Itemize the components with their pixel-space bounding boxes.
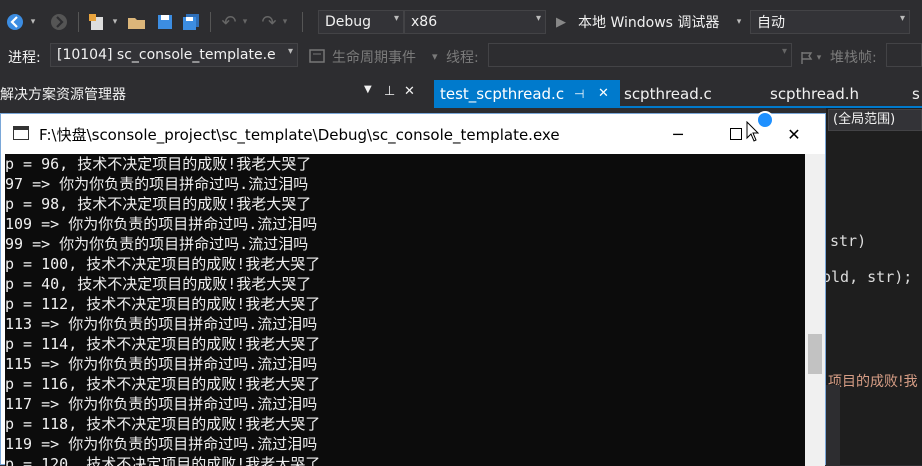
lifecycle-events-label[interactable]: 生命周期事件 xyxy=(332,47,416,67)
tab-label: scpthread.h xyxy=(770,84,860,103)
redo-dropdown-icon[interactable]: ▾ xyxy=(280,12,290,32)
console-line: 113 => 你为你负责的项目拼命过吗.流过泪吗 xyxy=(5,315,318,333)
undo-icon[interactable]: ↶ xyxy=(218,12,240,33)
tab-scpthread-c[interactable]: scpthread.c xyxy=(618,80,758,107)
debug-mode-select[interactable]: 自动 ▾ xyxy=(750,10,910,34)
console-line: 97 => 你为你负责的项目拼命过吗.流过泪吗 xyxy=(5,175,309,193)
debug-mode-value: 自动 xyxy=(757,15,785,31)
pin-icon[interactable]: ⊣ xyxy=(574,87,584,101)
solution-explorer-header: 解决方案资源管理器 ▼ ⊥ ✕ xyxy=(0,80,432,108)
console-app-icon xyxy=(13,126,29,140)
scope-value: (全局范围) xyxy=(833,112,896,127)
chevron-down-icon[interactable]: ▾ xyxy=(432,50,438,63)
close-icon[interactable]: ✕ xyxy=(404,84,415,99)
console-line: p = 114, 技术不决定项目的成败!我老大哭了 xyxy=(5,335,321,353)
process-label: 进程: xyxy=(8,50,41,66)
debugger-label: 本地 Windows 调试器 xyxy=(578,15,720,31)
flag-dropdown-icon[interactable]: ▾ xyxy=(814,48,824,68)
chevron-down-icon: ▾ xyxy=(287,46,293,57)
console-title: F:\快盘\sconsole_project\sc_template\Debug… xyxy=(39,126,560,144)
chevron-down-icon: ▾ xyxy=(781,46,787,57)
lifecycle-events-icon[interactable] xyxy=(308,46,326,66)
console-title-bar[interactable]: F:\快盘\sconsole_project\sc_template\Debug… xyxy=(1,114,825,154)
navigate-back-icon[interactable] xyxy=(4,12,26,32)
open-file-icon[interactable] xyxy=(126,12,148,32)
console-output[interactable]: p = 96, 技术不决定项目的成败!我老大哭了 97 => 你为你负责的项目拼命… xyxy=(5,154,805,466)
console-line: 115 => 你为你负责的项目拼命过吗.流过泪吗 xyxy=(5,355,318,373)
debug-location-toolbar: 进程: [10104] sc_console_template.e ▾ 生命周期… xyxy=(0,42,922,70)
console-line: 117 => 你为你负责的项目拼命过吗.流过泪吗 xyxy=(5,395,318,413)
mouse-cursor-icon xyxy=(746,121,760,142)
save-icon[interactable] xyxy=(154,12,176,32)
process-value: [10104] sc_console_template.e xyxy=(57,47,276,63)
stack-frame-label: 堆栈帧: xyxy=(830,50,877,66)
thread-select[interactable]: ▾ xyxy=(488,43,792,67)
solution-configuration-select[interactable]: Debug ▾ xyxy=(318,10,404,34)
stack-frame-select[interactable] xyxy=(886,43,922,67)
new-dropdown-icon[interactable]: ▾ xyxy=(110,12,120,32)
redo-icon[interactable]: ↷ xyxy=(258,12,280,33)
chevron-down-icon: ▾ xyxy=(535,13,541,24)
tab-label: s xyxy=(912,84,920,103)
configuration-value: Debug xyxy=(325,14,372,30)
console-line: p = 98, 技术不决定项目的成败!我老大哭了 xyxy=(5,195,312,213)
window-position-icon[interactable]: ▼ xyxy=(364,84,372,95)
scope-select[interactable]: (全局范围) xyxy=(828,109,922,131)
tab-test-scpthread-c[interactable]: test_scpthread.c ⊣ ✕ xyxy=(434,80,620,107)
thread-label: 线程: xyxy=(446,50,479,66)
tab-label: test_scpthread.c xyxy=(440,84,565,103)
standard-toolbar: ▾ ▾ ↶ ▾ ↷ ▾ Debug ▾ x86 ▾ ▶ 本地 Windows 调… xyxy=(0,0,922,42)
start-debug-icon[interactable]: ▶ xyxy=(552,12,570,32)
console-window[interactable]: F:\快盘\sconsole_project\sc_template\Debug… xyxy=(0,113,826,466)
save-all-icon[interactable] xyxy=(180,12,202,32)
scrollbar-thumb[interactable] xyxy=(808,334,822,374)
back-dropdown-icon[interactable]: ▾ xyxy=(28,12,38,32)
tab-scpthread-h[interactable]: scpthread.h xyxy=(764,80,874,107)
console-line: p = 112, 技术不决定项目的成败!我老大哭了 xyxy=(5,295,321,313)
close-icon: ✕ xyxy=(787,124,801,144)
platform-value: x86 xyxy=(411,14,438,30)
console-line: 99 => 你为你负责的项目拼命过吗.流过泪吗 xyxy=(5,235,309,253)
solution-platform-select[interactable]: x86 ▾ xyxy=(404,10,546,34)
process-select[interactable]: [10104] sc_console_template.e ▾ xyxy=(50,43,298,67)
solution-explorer-title: 解决方案资源管理器 xyxy=(0,87,126,103)
console-scrollbar[interactable] xyxy=(805,154,825,466)
undo-dropdown-icon[interactable]: ▾ xyxy=(240,12,250,32)
code-line: str) xyxy=(830,232,867,250)
close-tab-icon[interactable]: ✕ xyxy=(598,86,609,101)
console-line: p = 40, 技术不决定项目的成败!我老大哭了 xyxy=(5,275,312,293)
debugger-dropdown-icon[interactable]: ▾ xyxy=(734,12,744,32)
new-project-icon[interactable] xyxy=(86,12,108,32)
start-debugger-button[interactable]: 本地 Windows 调试器 xyxy=(578,12,738,32)
editor-margin xyxy=(826,385,840,465)
navigate-forward-icon[interactable] xyxy=(48,12,70,32)
minimize-icon: ─ xyxy=(673,124,683,144)
console-line: p = 120, 技术不决定项目的成败!我老大哭了 xyxy=(5,455,321,466)
maximize-icon xyxy=(730,128,742,140)
chevron-down-icon: ▾ xyxy=(393,13,399,24)
console-line: p = 96, 技术不决定项目的成败!我老大哭了 xyxy=(5,155,312,173)
tab-label: scpthread.c xyxy=(624,84,712,103)
code-line: old, str); xyxy=(822,268,913,286)
code-string: 项目的成败!我 xyxy=(828,374,918,390)
console-line: 109 => 你为你负责的项目拼命过吗.流过泪吗 xyxy=(5,215,318,233)
pin-icon[interactable]: ⊥ xyxy=(384,84,395,99)
code-editor[interactable] xyxy=(826,108,922,465)
console-line: 119 => 你为你负责的项目拼命过吗.流过泪吗 xyxy=(5,435,318,453)
minimize-button[interactable]: ─ xyxy=(655,120,701,148)
toolbar-separator xyxy=(302,12,303,32)
console-line: p = 118, 技术不决定项目的成败!我老大哭了 xyxy=(5,415,321,433)
chevron-down-icon: ▾ xyxy=(899,13,905,24)
tab-overflow[interactable]: s xyxy=(912,80,922,107)
console-line: p = 100, 技术不决定项目的成败!我老大哭了 xyxy=(5,255,321,273)
close-button[interactable]: ✕ xyxy=(771,120,817,148)
console-line: p = 116, 技术不决定项目的成败!我老大哭了 xyxy=(5,375,321,393)
toolbar-separator xyxy=(78,12,79,32)
toolbar-separator xyxy=(210,12,211,32)
